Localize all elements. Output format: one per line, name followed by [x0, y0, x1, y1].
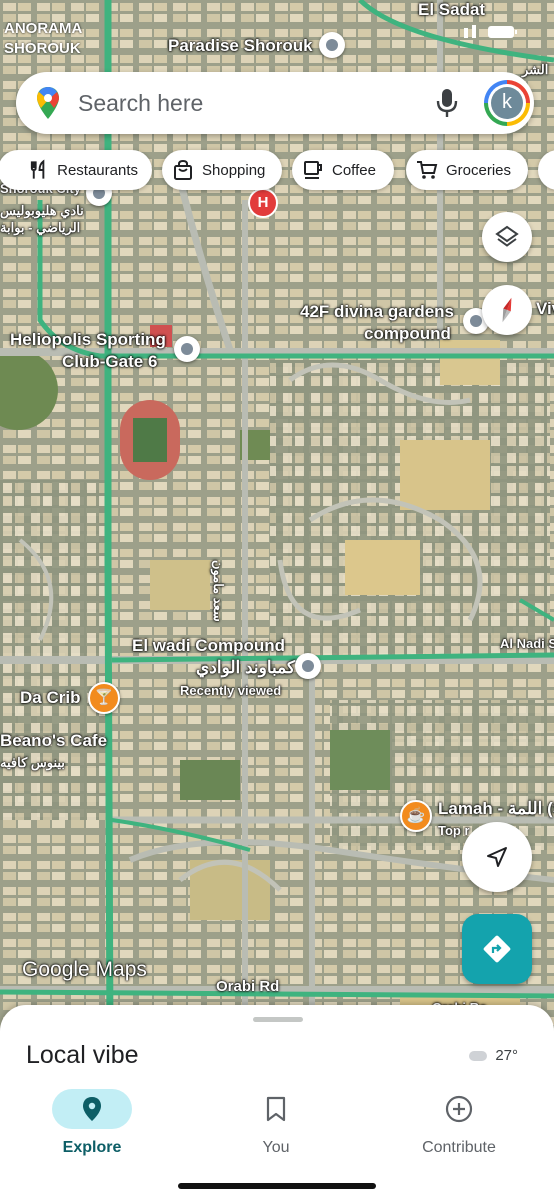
- chip-groceries[interactable]: Groceries: [406, 150, 528, 190]
- temperature: 27°: [495, 1047, 518, 1064]
- layers-button[interactable]: [482, 212, 532, 262]
- sheet-drag-handle[interactable]: [253, 1017, 303, 1022]
- add-circle-icon: [445, 1095, 473, 1123]
- map-label-el-sadat[interactable]: El Sadat: [418, 0, 485, 20]
- place-pin-icon[interactable]: [174, 336, 200, 362]
- map-label-lamah[interactable]: Lamah - اللمة (Sh: [438, 799, 554, 819]
- fork-knife-icon: [30, 159, 45, 179]
- map-label-divina-gardens[interactable]: 42F divina gardens: [300, 302, 454, 322]
- cart-icon: [417, 161, 438, 179]
- directions-icon: [483, 935, 511, 963]
- search-bar[interactable]: Search here k: [16, 72, 534, 134]
- avatar-letter: k: [491, 87, 523, 119]
- map-label-street-arabic: سعد مامون: [211, 560, 226, 622]
- place-pin-icon[interactable]: [295, 653, 321, 679]
- status-icons: [424, 24, 534, 42]
- nav-you[interactable]: You: [211, 1085, 341, 1157]
- chip-label: Groceries: [446, 161, 512, 179]
- nav-contribute[interactable]: Contribute: [394, 1085, 524, 1157]
- nav-explore-label: Explore: [62, 1139, 122, 1156]
- map-label-recently-viewed: Recently viewed: [180, 683, 282, 698]
- status-bar-text-2: SHOROUK: [4, 40, 81, 57]
- map-label-divina-compound[interactable]: compound: [364, 324, 451, 344]
- map-label-el-wadi[interactable]: El wadi Compound: [132, 636, 285, 656]
- chip-coffee[interactable]: Coffee: [292, 150, 394, 190]
- status-bar-text: ANORAMA: [4, 20, 83, 37]
- cafe-pin-icon[interactable]: ☕: [400, 800, 432, 832]
- nav-explore[interactable]: Explore: [27, 1085, 157, 1157]
- account-avatar[interactable]: k: [484, 80, 530, 126]
- directions-button[interactable]: [462, 914, 532, 984]
- search-input[interactable]: Search here: [78, 90, 203, 117]
- layers-icon: [495, 225, 519, 247]
- nav-contribute-pill: [419, 1089, 499, 1129]
- map-label-paradise-shorouk[interactable]: Paradise Shorouk: [168, 36, 313, 56]
- chip-label: Restaurants: [57, 161, 138, 179]
- compass-button[interactable]: [482, 285, 532, 335]
- map-label-orabi-rd[interactable]: Orabi Rd: [216, 978, 279, 995]
- wifi-battery-icon: [464, 25, 517, 38]
- home-indicator[interactable]: [178, 1183, 376, 1189]
- microphone-icon[interactable]: [434, 88, 460, 118]
- map-label-el-wadi-arabic: كمباوند الوادي: [196, 658, 296, 677]
- map-label-beanos-cafe[interactable]: Beano's Cafe: [0, 731, 107, 751]
- map-label-heliopolis-sporting[interactable]: Heliopolis Sporting: [10, 330, 166, 350]
- bar-pin-icon[interactable]: 🍸: [88, 682, 120, 714]
- map-label-arabic-heliopolis-2: الرياضي - بوابة: [0, 220, 81, 235]
- navigation-arrow-icon: [487, 847, 507, 867]
- map-label-arabic-top-right: الشر: [522, 62, 549, 77]
- nav-explore-pill: [52, 1089, 132, 1129]
- chip-label: Coffee: [332, 161, 376, 179]
- chip-shopping[interactable]: Shopping: [162, 150, 282, 190]
- map-label-al-nadi[interactable]: Al Nadi S: [500, 636, 554, 651]
- my-location-button[interactable]: [462, 822, 532, 892]
- nav-contribute-label: Contribute: [422, 1139, 496, 1156]
- map-label-top-rated: Top r: [438, 823, 470, 838]
- map-label-viv[interactable]: Viv: [536, 299, 554, 319]
- chip-label: Shopping: [202, 161, 266, 179]
- shopping-bag-icon: [174, 159, 192, 180]
- map-label-da-crib[interactable]: Da Crib: [20, 688, 80, 708]
- hospital-pin-icon[interactable]: H: [248, 188, 278, 218]
- location-pin-icon: [83, 1097, 101, 1121]
- sheet-title: Local vibe: [26, 1041, 139, 1069]
- bookmark-icon: [266, 1096, 286, 1122]
- map-label-arabic-heliopolis: نادي هليوبوليس: [0, 203, 84, 218]
- chip-restaurants[interactable]: Restaurants: [0, 150, 152, 190]
- bottom-sheet[interactable]: Local vibe 27° Explore You Contribute: [0, 1005, 554, 1200]
- compass-icon: [502, 297, 512, 323]
- coffee-cup-icon: [304, 161, 322, 179]
- place-pin-icon[interactable]: [319, 32, 345, 58]
- nav-you-label: You: [262, 1139, 290, 1156]
- nav-you-pill: [236, 1089, 316, 1129]
- map-label-club-gate-6[interactable]: Club-Gate 6: [62, 352, 157, 372]
- google-maps-watermark: Google Maps: [22, 958, 147, 981]
- weather-indicator: 27°: [469, 1047, 518, 1064]
- google-maps-logo-icon: [37, 87, 59, 119]
- map-label-beanos-arabic: بينوس كافيه: [0, 755, 65, 770]
- cloud-icon: [469, 1051, 488, 1062]
